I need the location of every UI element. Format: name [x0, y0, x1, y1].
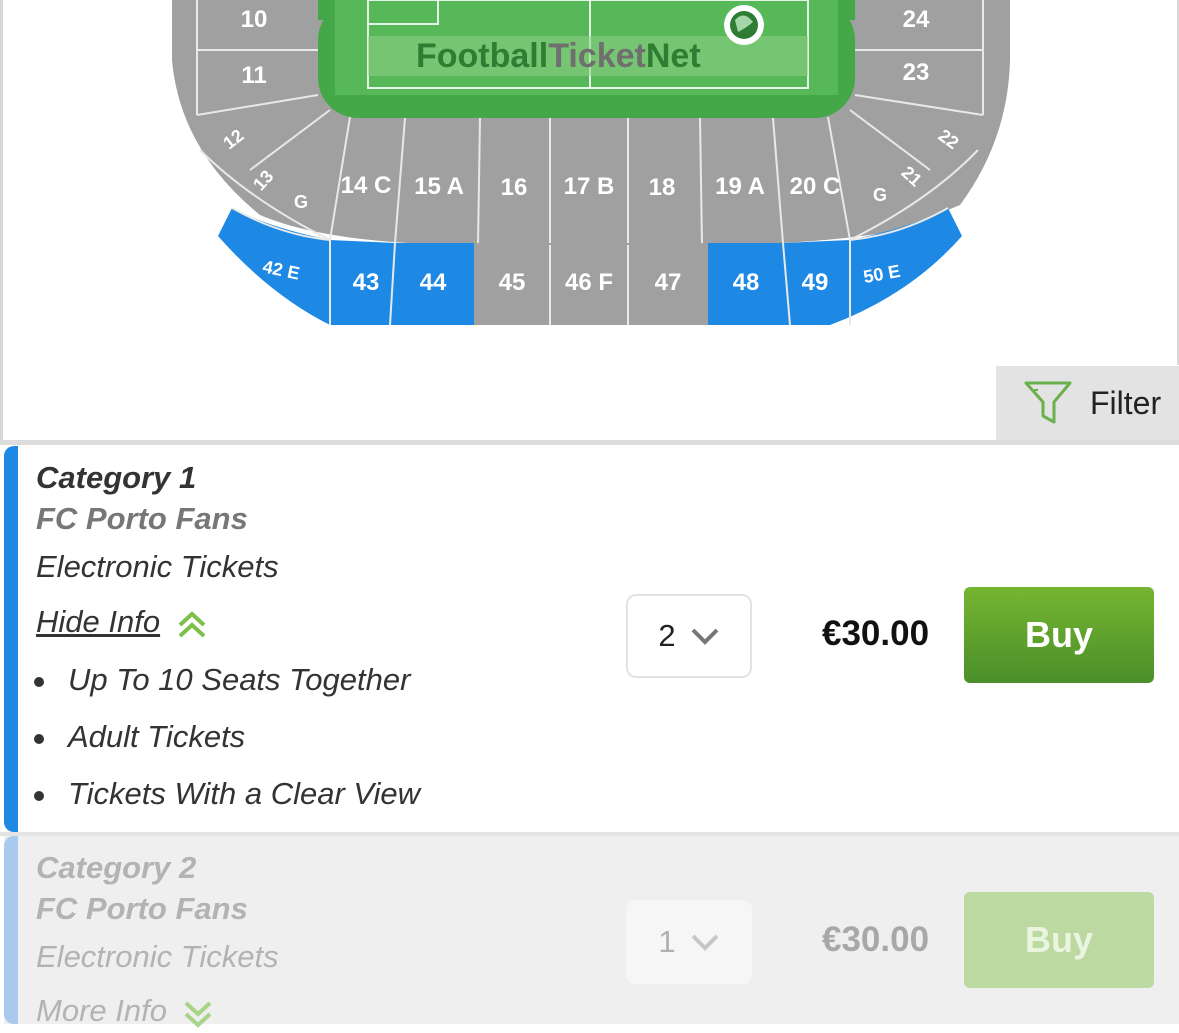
section-16[interactable]: 16 — [501, 174, 528, 201]
quantity-select[interactable]: 2 — [626, 594, 752, 678]
listing-category: Category 1 — [36, 460, 197, 495]
buy-button[interactable]: Buy — [964, 587, 1154, 683]
football-logo-icon — [724, 5, 764, 45]
section-19a[interactable]: 19 A — [715, 173, 765, 200]
feature-item: Tickets With a Clear View — [34, 774, 420, 831]
section-44[interactable]: 44 — [420, 269, 447, 296]
section-49[interactable]: 49 — [802, 269, 829, 296]
section-24[interactable]: 24 — [903, 6, 930, 33]
listing-accent-bar — [4, 446, 18, 832]
listing-price: €30.00 — [822, 614, 930, 653]
section-47: 47 — [655, 269, 682, 296]
listing-ticket-type: Electronic Tickets — [36, 939, 279, 974]
feature-list: Up To 10 Seats Together Adult Tickets Ti… — [34, 660, 420, 831]
filter-button[interactable]: Filter — [996, 366, 1179, 440]
listing-category: Category 2 — [36, 850, 197, 885]
feature-item: Adult Tickets — [34, 717, 420, 774]
more-info-toggle[interactable]: More Info — [36, 993, 213, 1033]
listing-ticket-type: Electronic Tickets — [36, 549, 279, 584]
section-divider — [0, 440, 1179, 445]
more-info-label: More Info — [36, 993, 167, 1028]
quantity-value: 1 — [658, 924, 676, 959]
chevron-down-icon — [691, 628, 719, 645]
section-g-right[interactable]: G — [873, 185, 887, 205]
filter-label: Filter — [1090, 384, 1162, 421]
brand-logo-text: FootballTicketNet — [416, 37, 701, 75]
section-20c[interactable]: 20 C — [790, 173, 841, 200]
ticket-listing-category-1: Category 1 FC Porto Fans Electronic Tick… — [4, 446, 1179, 832]
section-18[interactable]: 18 — [649, 174, 676, 201]
hide-info-toggle[interactable]: Hide Info — [36, 604, 207, 644]
section-43[interactable]: 43 — [353, 269, 380, 296]
chevron-double-up-icon — [177, 611, 207, 644]
section-17b[interactable]: 17 B — [564, 173, 615, 200]
chevron-down-icon — [691, 934, 719, 951]
listing-fans: FC Porto Fans — [36, 501, 248, 536]
section-45: 45 — [499, 269, 526, 296]
section-46f: 46 F — [565, 269, 613, 296]
section-14c[interactable]: 14 C — [341, 172, 392, 199]
section-10[interactable]: 10 — [241, 6, 268, 33]
section-48[interactable]: 48 — [733, 269, 760, 296]
quantity-select[interactable]: 1 — [626, 900, 752, 984]
ticket-listing-category-2: Category 2 FC Porto Fans Electronic Tick… — [4, 836, 1179, 1028]
listing-fans: FC Porto Fans — [36, 891, 248, 926]
funnel-icon — [1024, 381, 1072, 424]
quantity-value: 2 — [658, 618, 676, 653]
hide-info-label: Hide Info — [36, 604, 161, 639]
feature-item: Up To 10 Seats Together — [34, 660, 420, 717]
listing-price: €30.00 — [822, 920, 930, 959]
buy-button[interactable]: Buy — [964, 892, 1154, 988]
listing-accent-bar — [4, 836, 18, 1024]
section-g-left[interactable]: G — [294, 192, 308, 212]
section-15a[interactable]: 15 A — [414, 173, 464, 200]
section-11[interactable]: 11 — [241, 62, 266, 89]
chevron-double-down-icon — [183, 1000, 213, 1033]
section-23[interactable]: 23 — [903, 59, 930, 86]
